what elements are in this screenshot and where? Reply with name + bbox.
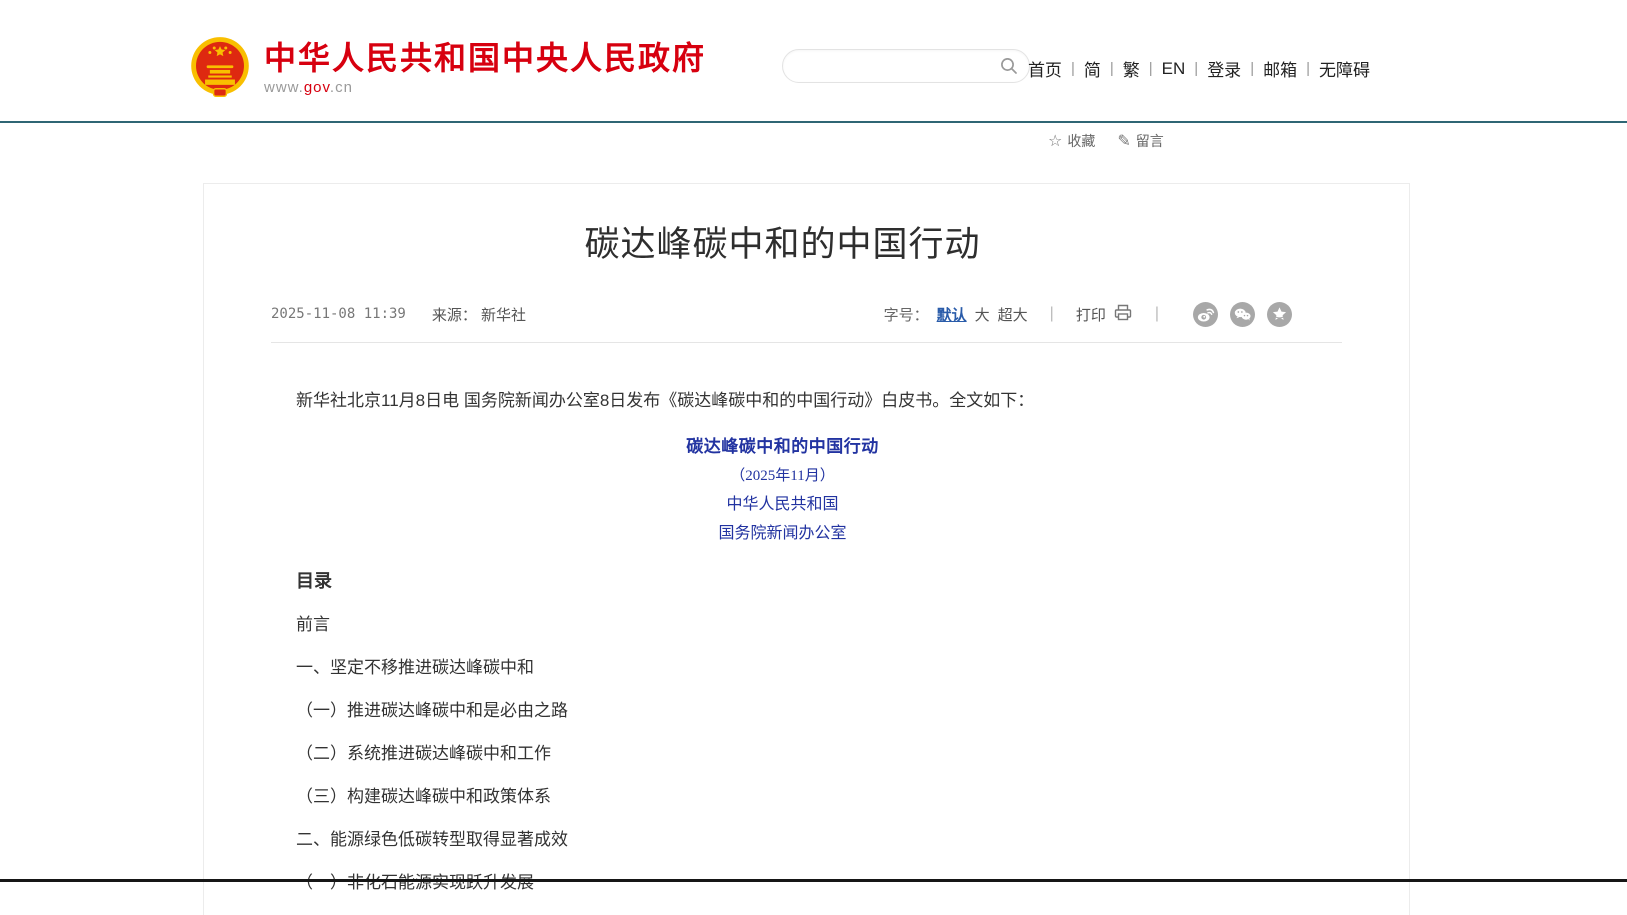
share-wechat-icon[interactable] bbox=[1230, 302, 1255, 327]
search-input[interactable] bbox=[783, 58, 999, 74]
font-size-large[interactable]: 大 bbox=[975, 304, 990, 325]
nav-english[interactable]: EN bbox=[1162, 59, 1186, 79]
nav-mail[interactable]: 邮箱 bbox=[1263, 56, 1297, 81]
doc-title: 碳达峰碳中和的中国行动 bbox=[296, 435, 1269, 459]
article-source: 来源： 新华社 bbox=[432, 304, 526, 325]
favorite-label: 收藏 bbox=[1067, 131, 1095, 151]
nav-separator: | bbox=[1306, 60, 1310, 77]
top-nav: 首页 | 简 | 繁 | EN | 登录 | 邮箱 | 无障碍 bbox=[1028, 56, 1370, 81]
article-card: 碳达峰碳中和的中国行动 2025-11-08 11:39 来源： 新华社 字号：… bbox=[203, 183, 1410, 915]
toc-item-2: 二、能源绿色低碳转型取得显著成效 bbox=[296, 828, 1269, 852]
nav-home[interactable]: 首页 bbox=[1028, 56, 1062, 81]
intro-paragraph: 新华社北京11月8日电 国务院新闻办公室8日发布《碳达峰碳中和的中国行动》白皮书… bbox=[296, 389, 1269, 413]
article-meta-row: 2025-11-08 11:39 来源： 新华社 字号： 默认 大 超大 | 打… bbox=[271, 302, 1342, 326]
logo-text: 中华人民共和国中央人民政府 www.gov.cn bbox=[264, 36, 706, 96]
nav-login[interactable]: 登录 bbox=[1207, 56, 1241, 81]
favorite-link[interactable]: ☆ 收藏 bbox=[1048, 131, 1095, 151]
national-emblem-icon bbox=[188, 36, 252, 100]
comment-label: 留言 bbox=[1136, 131, 1164, 151]
search-icon[interactable] bbox=[999, 55, 1029, 77]
page-actions: ☆ 收藏 ✎ 留言 bbox=[1048, 131, 1164, 151]
nav-simplified[interactable]: 简 bbox=[1084, 56, 1101, 81]
site-url: www.gov.cn bbox=[264, 79, 706, 96]
print-label: 打印 bbox=[1076, 304, 1106, 325]
toc-item-1-2: （二）系统推进碳达峰碳中和工作 bbox=[296, 742, 1269, 766]
toc-item-1: 一、坚定不移推进碳达峰碳中和 bbox=[296, 656, 1269, 680]
page: 中华人民共和国中央人民政府 www.gov.cn 首页 | 简 | 繁 | EN… bbox=[0, 0, 1627, 915]
nav-traditional[interactable]: 繁 bbox=[1123, 56, 1140, 81]
search-box[interactable] bbox=[782, 49, 1030, 83]
nav-separator: | bbox=[1110, 60, 1114, 77]
share-qzone-star-icon[interactable] bbox=[1267, 302, 1292, 327]
site-title: 中华人民共和国中央人民政府 bbox=[264, 40, 706, 76]
font-size-default[interactable]: 默认 bbox=[937, 304, 967, 325]
nav-accessibility[interactable]: 无障碍 bbox=[1319, 56, 1370, 81]
doc-author-line-1: 中华人民共和国 bbox=[296, 493, 1269, 517]
toc-item-preface: 前言 bbox=[296, 613, 1269, 637]
nav-separator: | bbox=[1071, 60, 1075, 77]
article-meta-controls: 字号： 默认 大 超大 | 打印 bbox=[884, 302, 1342, 327]
font-size-label: 字号： bbox=[884, 304, 929, 325]
site-header: 中华人民共和国中央人民政府 www.gov.cn 首页 | 简 | 繁 | EN… bbox=[0, 0, 1627, 120]
nav-separator: | bbox=[1149, 60, 1153, 77]
star-icon: ☆ bbox=[1048, 131, 1062, 151]
publish-date: 2025-11-08 11:39 bbox=[271, 306, 406, 322]
printer-icon bbox=[1113, 303, 1133, 326]
toc-item-1-1: （一）推进碳达峰碳中和是必由之路 bbox=[296, 699, 1269, 723]
meta-separator: | bbox=[1155, 305, 1159, 323]
meta-divider bbox=[271, 342, 1342, 343]
article-title: 碳达峰碳中和的中国行动 bbox=[296, 222, 1269, 268]
nav-separator: | bbox=[1194, 60, 1198, 77]
toc-item-2-1: （一）非化石能源实现跃升发展 bbox=[296, 871, 1269, 895]
comment-link[interactable]: ✎ 留言 bbox=[1117, 131, 1163, 151]
doc-date: （2025年11月） bbox=[296, 464, 1269, 488]
nav-separator: | bbox=[1250, 60, 1254, 77]
toc-item-1-3: （三）构建碳达峰碳中和政策体系 bbox=[296, 785, 1269, 809]
pencil-icon: ✎ bbox=[1117, 131, 1130, 151]
site-logo-group[interactable]: 中华人民共和国中央人民政府 www.gov.cn bbox=[188, 36, 706, 100]
header-divider bbox=[0, 121, 1627, 123]
article-body: 新华社北京11月8日电 国务院新闻办公室8日发布《碳达峰碳中和的中国行动》白皮书… bbox=[271, 389, 1342, 895]
article-meta-left: 2025-11-08 11:39 来源： 新华社 bbox=[271, 304, 526, 325]
meta-separator: | bbox=[1050, 305, 1054, 323]
print-button[interactable]: 打印 bbox=[1076, 303, 1133, 326]
source-name: 新华社 bbox=[481, 307, 526, 324]
doc-author-line-2: 国务院新闻办公室 bbox=[296, 522, 1269, 546]
share-weibo-icon[interactable] bbox=[1193, 302, 1218, 327]
toc-heading: 目录 bbox=[296, 568, 1269, 594]
bottom-border bbox=[0, 879, 1627, 882]
font-size-xlarge[interactable]: 超大 bbox=[998, 304, 1028, 325]
